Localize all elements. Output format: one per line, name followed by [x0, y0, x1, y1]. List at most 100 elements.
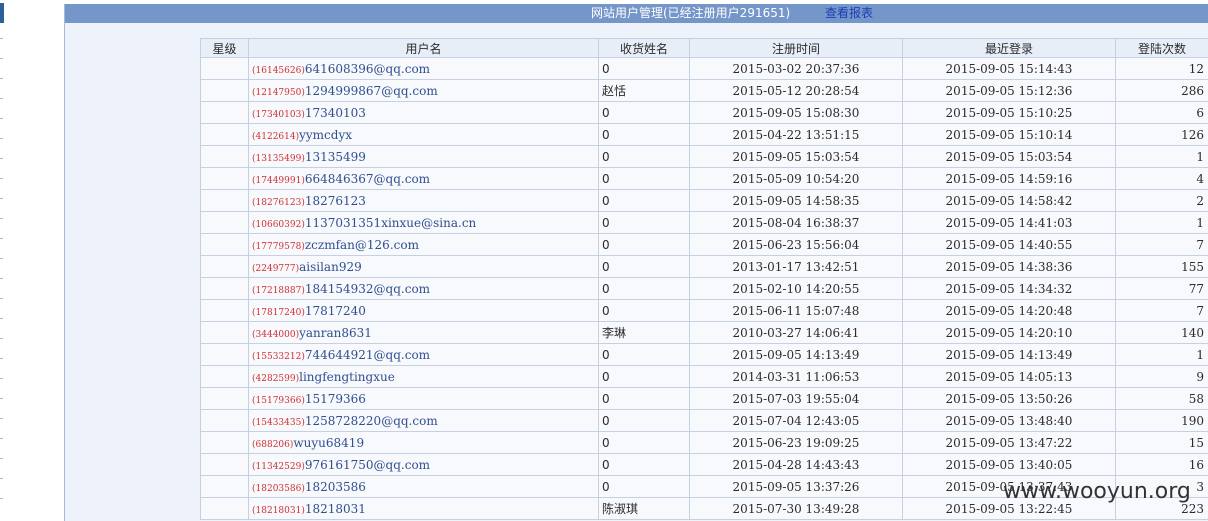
username-cell[interactable]: (17218887)184154932@qq.com	[248, 277, 599, 300]
star-cell	[200, 453, 249, 476]
left-nav-divider	[0, 418, 3, 419]
recipient-cell: 0	[598, 145, 690, 168]
column-header-registered[interactable]: 注册时间	[689, 38, 903, 58]
username-cell[interactable]: (16145626)641608396@qq.com	[248, 57, 599, 80]
username-link[interactable]: 744644921@qq.com	[305, 348, 430, 362]
registered-time-cell: 2015-09-05 14:58:35	[689, 189, 903, 212]
table-row[interactable]: (12147950)1294999867@qq.com 赵恬 2015-05-12 …	[200, 79, 1208, 102]
recipient-cell: 0	[598, 101, 690, 124]
username-cell[interactable]: (17817240)17817240	[248, 299, 599, 322]
left-nav-divider	[0, 378, 3, 379]
table-row[interactable]: (17340103)17340103 0 2015-09-05 15:08:30 20…	[200, 101, 1208, 124]
column-header-login-count[interactable]: 登陆次数	[1115, 38, 1208, 58]
username-cell[interactable]: (17449991)664846367@qq.com	[248, 167, 599, 190]
table-row[interactable]: (15179366)15179366 0 2015-07-03 19:55:04 20…	[200, 387, 1208, 410]
username-link[interactable]: 17817240	[305, 304, 366, 318]
column-header-recipient[interactable]: 收货姓名	[598, 38, 690, 58]
username-link[interactable]: yymcdyx	[299, 128, 352, 142]
table-row[interactable]: (17449991)664846367@qq.com 0 2015-05-09 10…	[200, 167, 1208, 190]
username-link[interactable]: wuyu68419	[293, 436, 364, 450]
username-link[interactable]: 641608396@qq.com	[305, 62, 430, 76]
username-cell[interactable]: (4122614)yymcdyx	[248, 123, 599, 146]
username-link[interactable]: zczmfan@126.com	[305, 238, 419, 252]
username-link[interactable]: 13135499	[305, 150, 366, 164]
username-link[interactable]: 18276123	[305, 194, 366, 208]
table-row[interactable]: (15433435)1258728220@qq.com 0 2015-07-04 1…	[200, 409, 1208, 432]
left-nav-divider	[0, 178, 3, 179]
table-row[interactable]: (17779578)zczmfan@126.com 0 2015-06-23 15:…	[200, 233, 1208, 256]
username-cell[interactable]: (12147950)1294999867@qq.com	[248, 79, 599, 102]
table-row[interactable]: (688206)wuyu68419 0 2015-06-23 19:09:25 201…	[200, 431, 1208, 454]
login-count-cell: 16	[1115, 453, 1208, 476]
username-link[interactable]: 18218031	[305, 502, 366, 516]
star-cell	[200, 145, 249, 168]
login-count-cell: 7	[1115, 233, 1208, 256]
column-header-star[interactable]: 星级	[200, 38, 249, 58]
left-nav-divider	[0, 358, 3, 359]
username-cell[interactable]: (11342529)976161750@qq.com	[248, 453, 599, 476]
table-row[interactable]: (17218887)184154932@qq.com 0 2015-02-10 14…	[200, 277, 1208, 300]
recipient-cell: 0	[598, 123, 690, 146]
left-nav-divider	[0, 138, 3, 139]
login-count-cell: 1	[1115, 343, 1208, 366]
username-cell[interactable]: (688206)wuyu68419	[248, 431, 599, 454]
table-row[interactable]: (13135499)13135499 0 2015-09-05 15:03:54 20…	[200, 145, 1208, 168]
username-cell[interactable]: (18218031)18218031	[248, 497, 599, 520]
username-link[interactable]: 17340103	[305, 106, 366, 120]
column-header-username[interactable]: 用户名	[248, 38, 599, 58]
recipient-cell: 赵恬	[598, 79, 690, 102]
username-link[interactable]: 18203586	[305, 480, 366, 494]
username-cell[interactable]: (4282599)lingfengtingxue	[248, 365, 599, 388]
username-link[interactable]: 15179366	[305, 392, 366, 406]
username-link[interactable]: 184154932@qq.com	[305, 282, 430, 296]
username-link[interactable]: yanran8631	[299, 326, 372, 340]
panel-header: 网站用户管理(已经注册用户291651) 查看报表	[65, 4, 1208, 23]
view-report-link[interactable]: 查看报表	[825, 4, 873, 23]
username-link[interactable]: 1294999867@qq.com	[305, 84, 438, 98]
username-cell[interactable]: (17779578)zczmfan@126.com	[248, 233, 599, 256]
table-row[interactable]: (2249777)aisilan929 0 2013-01-17 13:42:51 2…	[200, 255, 1208, 278]
login-count-cell: 77	[1115, 277, 1208, 300]
username-link[interactable]: 664846367@qq.com	[305, 172, 430, 186]
username-cell[interactable]: (13135499)13135499	[248, 145, 599, 168]
user-table: 星级 用户名 收货姓名 注册时间 最近登录 登陆次数 (16145626)641…	[200, 38, 1208, 520]
table-row[interactable]: (15533212)744644921@qq.com 0 2015-09-05 14…	[200, 343, 1208, 366]
table-row[interactable]: (4122614)yymcdyx 0 2015-04-22 13:51:15 2015…	[200, 123, 1208, 146]
table-row[interactable]: (18276123)18276123 0 2015-09-05 14:58:35 20…	[200, 189, 1208, 212]
username-cell[interactable]: (17340103)17340103	[248, 101, 599, 124]
username-cell[interactable]: (18276123)18276123	[248, 189, 599, 212]
table-row[interactable]: (4282599)lingfengtingxue 0 2014-03-31 11:0…	[200, 365, 1208, 388]
left-nav-selected-item[interactable]	[0, 3, 4, 23]
star-cell	[200, 497, 249, 520]
registered-time-cell: 2015-03-02 20:37:36	[689, 57, 903, 80]
username-cell[interactable]: (15433435)1258728220@qq.com	[248, 409, 599, 432]
username-cell[interactable]: (3444000)yanran8631	[248, 321, 599, 344]
table-row[interactable]: (17817240)17817240 0 2015-06-11 15:07:48 20…	[200, 299, 1208, 322]
recipient-cell: 0	[598, 233, 690, 256]
table-row[interactable]: (10660392)1137031351xinxue@sina.cn 0 2015-…	[200, 211, 1208, 234]
username-link[interactable]: 1137031351xinxue@sina.cn	[305, 216, 476, 230]
username-cell[interactable]: (15179366)15179366	[248, 387, 599, 410]
username-link[interactable]: lingfengtingxue	[299, 370, 395, 384]
username-cell[interactable]: (15533212)744644921@qq.com	[248, 343, 599, 366]
username-link[interactable]: 1258728220@qq.com	[305, 414, 438, 428]
registered-time-cell: 2015-08-04 16:38:37	[689, 211, 903, 234]
user-id: (11342529)	[252, 461, 305, 472]
username-link[interactable]: 976161750@qq.com	[305, 458, 430, 472]
table-row[interactable]: (3444000)yanran8631 李琳 2010-03-27 14:06:41…	[200, 321, 1208, 344]
left-nav-divider	[0, 318, 3, 319]
registered-time-cell: 2015-09-05 13:37:26	[689, 475, 903, 498]
username-cell[interactable]: (2249777)aisilan929	[248, 255, 599, 278]
last-login-cell: 2015-09-05 13:50:26	[902, 387, 1116, 410]
left-nav-divider	[0, 458, 3, 459]
user-id: (18276123)	[252, 197, 305, 208]
username-cell[interactable]: (18203586)18203586	[248, 475, 599, 498]
recipient-cell: 0	[598, 167, 690, 190]
table-row[interactable]: (11342529)976161750@qq.com 0 2015-04-28 14…	[200, 453, 1208, 476]
column-header-last-login[interactable]: 最近登录	[902, 38, 1116, 58]
table-row[interactable]: (16145626)641608396@qq.com 0 2015-03-02 20…	[200, 57, 1208, 80]
username-link[interactable]: aisilan929	[299, 260, 362, 274]
login-count-cell: 6	[1115, 101, 1208, 124]
username-cell[interactable]: (10660392)1137031351xinxue@sina.cn	[248, 211, 599, 234]
login-count-cell: 7	[1115, 299, 1208, 322]
